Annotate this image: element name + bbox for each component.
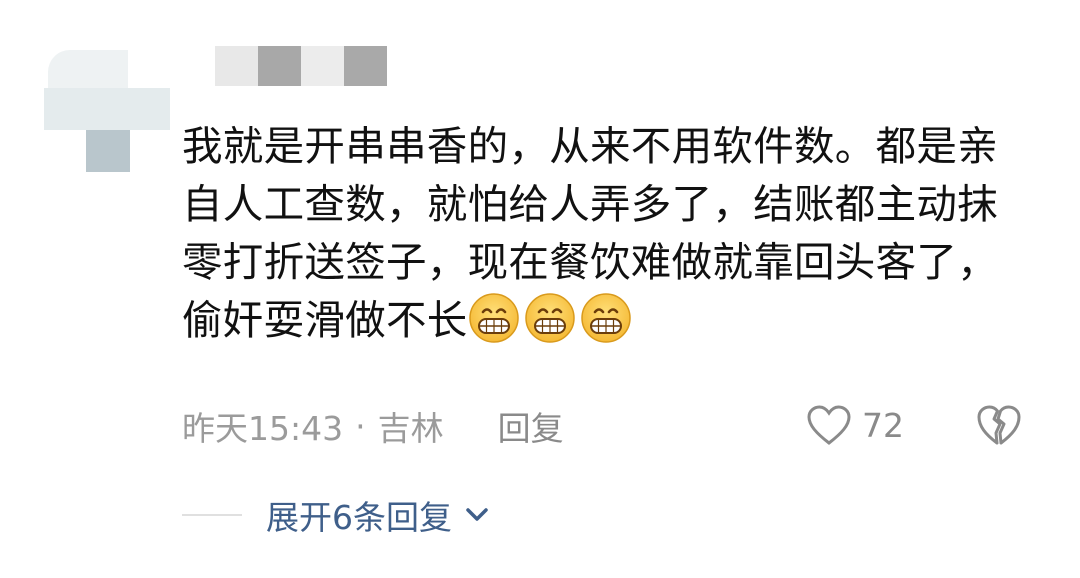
username-blurred[interactable] xyxy=(215,46,387,86)
comment-body: 我就是开串串香的，从来不用软件数。都是亲自人工查数，就怕给人弄多了，结账都主动抹… xyxy=(182,117,1012,349)
expand-replies[interactable]: 展开6条回复 xyxy=(182,490,492,540)
chevron-down-icon xyxy=(466,508,488,521)
dislike-button[interactable] xyxy=(976,402,1022,448)
emoji-group xyxy=(468,293,636,344)
comment-time: 昨天15:43 xyxy=(182,409,344,448)
expand-replies-label[interactable]: 展开6条回复 xyxy=(266,491,452,539)
avatar[interactable] xyxy=(44,44,172,172)
like-button[interactable]: 72 xyxy=(806,400,904,450)
like-count: 72 xyxy=(862,405,904,445)
broken-heart-icon xyxy=(977,405,1021,445)
grinning-face-icon xyxy=(580,292,632,344)
comment-location: 吉林 xyxy=(377,409,444,448)
comment-meta: 昨天15:43 · 吉林 回复 xyxy=(182,403,564,449)
reply-button[interactable]: 回复 xyxy=(498,402,564,450)
divider-line xyxy=(182,514,242,516)
grinning-face-icon xyxy=(468,292,520,344)
grinning-face-icon xyxy=(524,292,576,344)
meta-separator: · xyxy=(355,406,366,446)
heart-icon xyxy=(807,405,851,445)
